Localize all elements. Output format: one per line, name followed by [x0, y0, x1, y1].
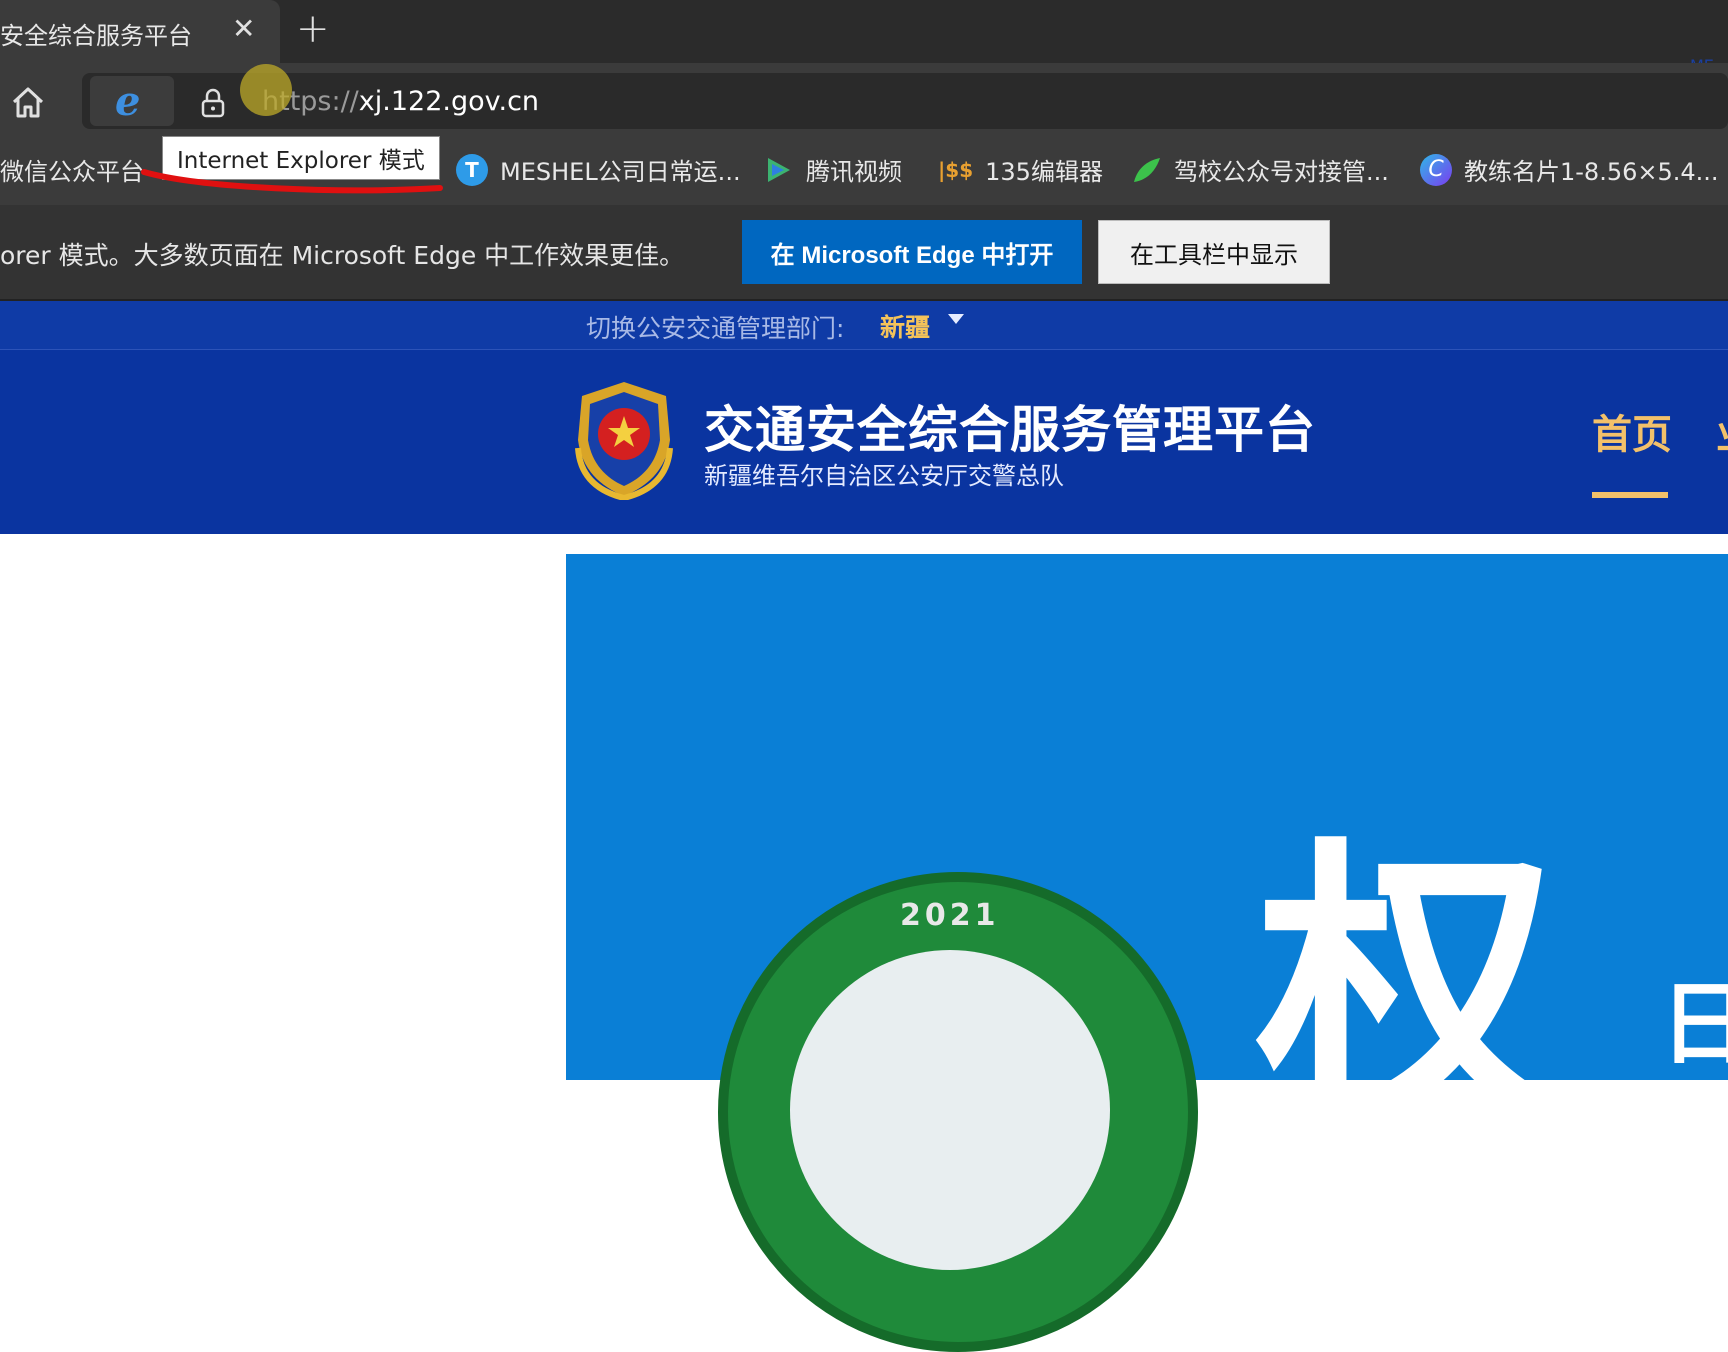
- close-tab-icon[interactable]: ✕: [232, 12, 255, 45]
- url-text[interactable]: https://xj.122.gov.cn: [262, 86, 539, 117]
- site-title: 交通安全综合服务管理平台: [704, 401, 1316, 459]
- police-emblem-icon: [575, 382, 673, 500]
- red-annotation-underline: [141, 169, 443, 194]
- canva-c-icon: C: [1420, 153, 1452, 186]
- bookmark-label: 135编辑器: [985, 158, 1103, 186]
- internet-explorer-icon: e: [115, 78, 141, 125]
- nav-active-indicator: [1592, 492, 1668, 498]
- bookmark-label: MESHEL公司日常运...: [500, 158, 741, 186]
- badge-year: 2021: [900, 898, 1000, 933]
- infobar-message: orer 模式。大多数页面在 Microsoft Edge 中工作效果更佳。: [0, 241, 685, 270]
- editor-135-icon: |$$: [938, 157, 974, 182]
- bookmark-coach-card[interactable]: C 教练名片1-8.56×5.4...: [1420, 152, 1719, 187]
- t-logo-icon: T: [456, 153, 488, 186]
- chevron-down-icon[interactable]: [948, 314, 964, 324]
- site-subtitle: 新疆维吾尔自治区公安厅交警总队: [704, 462, 1064, 490]
- play-icon: [768, 157, 790, 182]
- mouse-cursor-highlight: [240, 64, 292, 116]
- home-icon[interactable]: [8, 82, 48, 122]
- bookmark-label: 腾讯视频: [806, 158, 902, 186]
- url-host: xj.122.gov.cn: [358, 86, 540, 117]
- banner-headline-char: 权: [1256, 815, 1556, 1164]
- show-in-toolbar-button[interactable]: 在工具栏中显示: [1098, 220, 1330, 284]
- bookmark-wechat[interactable]: 微信公众平台: [0, 152, 144, 187]
- new-tab-button[interactable]: +: [296, 6, 330, 52]
- department-switch-bar: [0, 301, 1728, 350]
- department-label: 切换公安交通管理部门:: [586, 314, 845, 343]
- lock-icon[interactable]: [200, 88, 226, 118]
- bookmark-driving-school[interactable]: 驾校公众号对接管...: [1130, 152, 1389, 187]
- tab-title: 安全综合服务平台: [0, 22, 192, 50]
- nav-business[interactable]: 业: [1716, 402, 1728, 460]
- bookmark-label: 微信公众平台: [0, 158, 144, 186]
- leaf-icon: [1134, 157, 1160, 182]
- open-in-edge-button[interactable]: 在 Microsoft Edge 中打开: [742, 220, 1082, 284]
- banner-headline-char-2: 日: [1660, 972, 1728, 1077]
- department-selector[interactable]: 新疆: [880, 308, 930, 344]
- badge-inner-disc: [790, 950, 1110, 1270]
- nav-home[interactable]: 首页: [1592, 402, 1672, 460]
- bookmark-label: 驾校公众号对接管...: [1174, 158, 1389, 186]
- bookmark-meshel[interactable]: T MESHEL公司日常运...: [456, 152, 741, 187]
- bookmark-135-editor[interactable]: |$$ 135编辑器: [938, 152, 1103, 187]
- bookmark-label: 教练名片1-8.56×5.4...: [1464, 158, 1719, 186]
- bookmark-tencent-video[interactable]: 腾讯视频: [762, 152, 902, 187]
